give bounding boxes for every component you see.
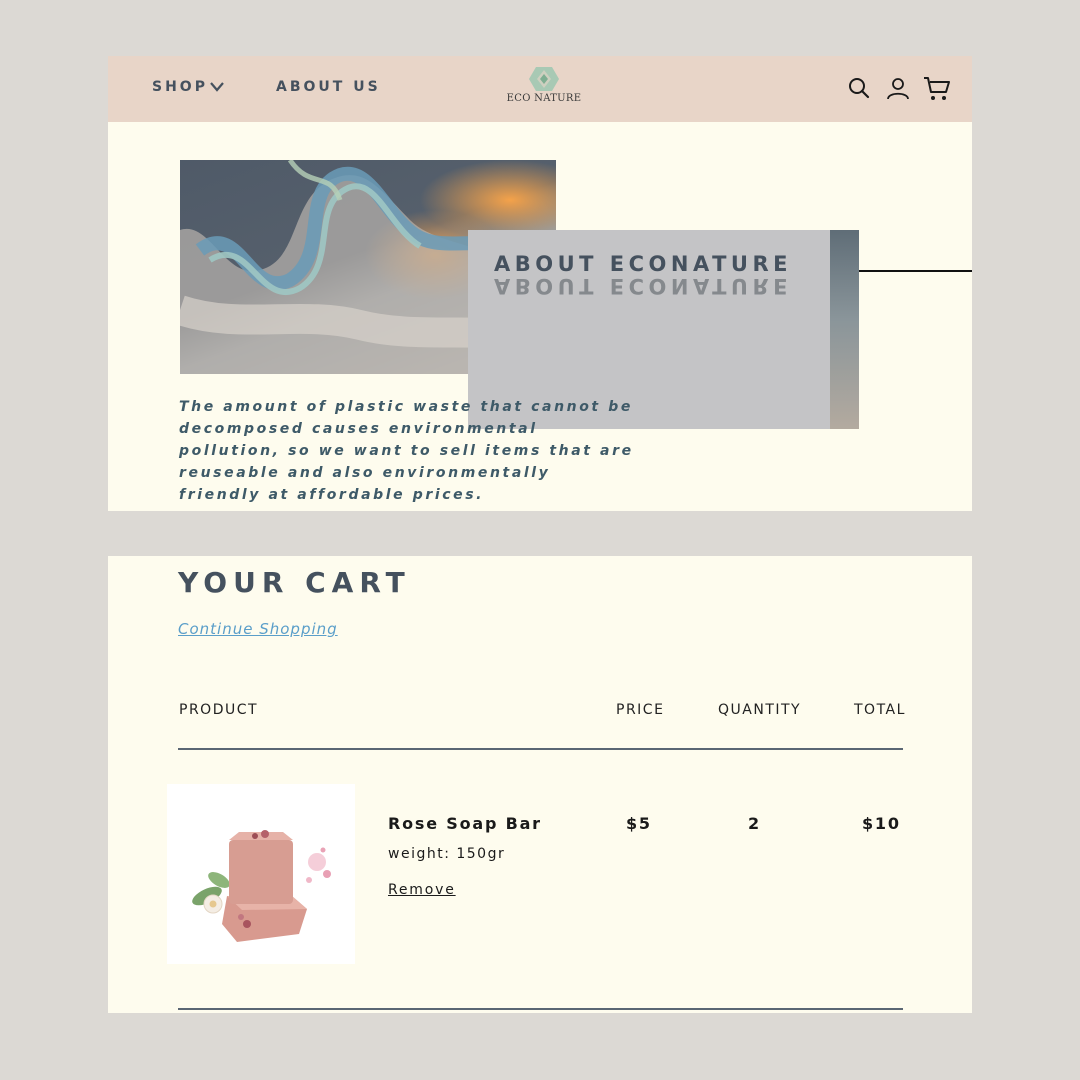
leaf-logo-icon xyxy=(529,67,559,91)
about-title-reflection: ABOUT ECONATURE xyxy=(494,274,792,298)
cart-icon[interactable] xyxy=(923,76,951,106)
product-weight: weight: 150gr xyxy=(388,846,506,862)
about-accent-strip xyxy=(830,230,859,429)
about-body-text: The amount of plastic waste that cannot … xyxy=(179,399,634,503)
logo-text: ECO NATURE xyxy=(506,93,582,104)
item-price: $5 xyxy=(626,814,652,833)
column-header-quantity: QUANTITY xyxy=(718,702,802,718)
divider-line xyxy=(859,270,972,272)
nav-shop[interactable]: SHOP xyxy=(152,79,224,96)
product-name[interactable]: Rose Soap Bar xyxy=(388,814,542,833)
item-quantity[interactable]: 2 xyxy=(748,814,761,833)
search-icon[interactable] xyxy=(848,76,870,104)
continue-shopping-link[interactable]: Continue Shopping xyxy=(178,620,338,638)
product-image[interactable] xyxy=(167,784,355,964)
chevron-down-icon xyxy=(210,80,224,96)
item-total: $10 xyxy=(862,814,901,833)
nav-shop-label: SHOP xyxy=(152,79,208,95)
nav-about-us[interactable]: ABOUT US xyxy=(276,79,381,95)
column-header-product: PRODUCT xyxy=(179,702,259,718)
row-divider xyxy=(178,1008,903,1010)
about-panel: SHOP ABOUT US ECO NATURE ABOUT ECONATURE… xyxy=(108,56,972,511)
remove-item-link[interactable]: Remove xyxy=(388,882,456,898)
about-title: ABOUT ECONATURE xyxy=(494,252,792,276)
cart-title: YOUR CART xyxy=(178,566,411,599)
column-header-total: TOTAL xyxy=(854,702,906,718)
site-header: SHOP ABOUT US ECO NATURE xyxy=(108,56,972,122)
column-header-price: PRICE xyxy=(616,702,665,718)
header-divider xyxy=(178,748,903,750)
cart-panel: YOUR CART Continue Shopping PRODUCT PRIC… xyxy=(108,556,972,1013)
user-icon[interactable] xyxy=(886,76,910,104)
site-logo[interactable]: ECO NATURE xyxy=(506,66,582,104)
